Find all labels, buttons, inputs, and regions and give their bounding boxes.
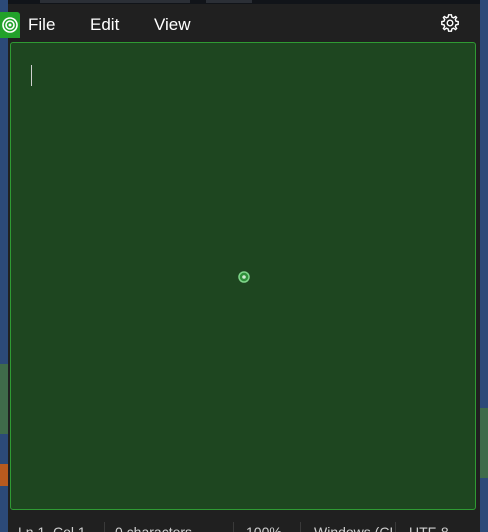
gear-icon[interactable] [440,13,460,33]
text-caret [31,65,32,86]
text-editor-area[interactable] [10,42,476,510]
menu-file[interactable]: File [28,14,55,36]
target-icon [0,12,20,38]
status-position: Ln 1, Col 1 [18,524,86,532]
notepad-app: File Edit View Ln 1, Col 1 0 characters … [8,4,480,532]
tab-sliver [40,0,190,3]
status-divider [104,522,105,532]
status-encoding: UTF-8 [409,524,449,532]
background-window-edge [480,0,488,532]
status-char-count: 0 characters [115,524,193,532]
status-divider [233,522,234,532]
status-divider [300,522,301,532]
menu-edit[interactable]: Edit [90,14,119,36]
status-line-ending: Windows (CRLF) [314,524,392,532]
status-bar: Ln 1, Col 1 0 characters 100% Windows (C… [8,514,480,532]
menu-view[interactable]: View [154,14,191,36]
tab-sliver [206,0,252,3]
status-zoom[interactable]: 100% [246,524,296,532]
notepad-window: File Edit View Ln 1, Col 1 0 characters … [0,0,488,532]
background-window-edge [0,0,8,532]
status-divider [395,522,396,532]
mouse-cursor-indicator [238,270,250,283]
menu-bar: File Edit View [8,4,480,42]
